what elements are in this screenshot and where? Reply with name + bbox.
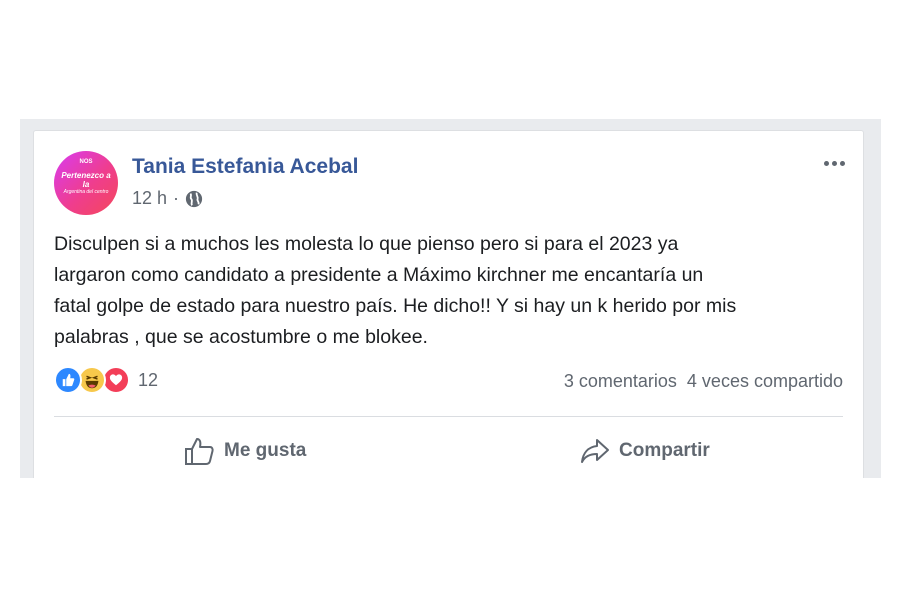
more-options-button[interactable] — [819, 155, 849, 171]
post-text-line: palabras , que se acostumbre o me blokee… — [54, 326, 428, 348]
share-button-label: Compartir — [619, 440, 710, 461]
post-text-line: fatal golpe de estado para nuestro país.… — [54, 295, 737, 317]
avatar-text-main: Pertenezco a la — [61, 171, 111, 189]
like-reaction-icon — [54, 366, 82, 394]
globe-icon[interactable] — [185, 190, 203, 208]
share-arrow-icon — [581, 439, 609, 463]
haha-reaction-icon — [78, 366, 106, 394]
actions-divider — [54, 416, 843, 417]
comments-count-link[interactable]: 3 comentarios — [564, 371, 677, 392]
love-reaction-icon — [102, 366, 130, 394]
reactions-summary[interactable]: 12 — [54, 366, 158, 394]
meta-separator: · — [173, 188, 180, 208]
post-meta: 12 h · — [132, 188, 203, 209]
post-text-line: Disculpen si a muchos les molesta lo que… — [54, 233, 679, 255]
avatar-text-top: NOS — [79, 159, 93, 165]
engagement-stats: 3 comentarios 4 veces compartido — [564, 371, 843, 392]
more-dot-icon — [823, 160, 829, 166]
like-button-label: Me gusta — [224, 440, 307, 461]
avatar-text-sub: Argentina del centro — [63, 189, 109, 195]
post-timestamp[interactable]: 12 h — [132, 188, 167, 209]
post-body: Disculpen si a muchos les molesta lo que… — [54, 229, 844, 353]
avatar[interactable]: NOS Pertenezco a la Argentina del centro — [54, 151, 118, 215]
more-dot-icon — [839, 160, 845, 166]
reaction-count: 12 — [138, 369, 159, 390]
shares-count-link[interactable]: 4 veces compartido — [687, 371, 843, 392]
post-card: NOS Pertenezco a la Argentina del centro… — [33, 130, 864, 478]
author-name-link[interactable]: Tania Estefania Acebal — [132, 155, 358, 179]
share-button[interactable]: Compartir — [579, 433, 710, 469]
post-text-line: largaron como candidato a presidente a M… — [54, 264, 704, 286]
like-button[interactable]: Me gusta — [184, 433, 306, 469]
more-dot-icon — [831, 160, 837, 166]
thumbs-up-icon — [185, 438, 214, 465]
